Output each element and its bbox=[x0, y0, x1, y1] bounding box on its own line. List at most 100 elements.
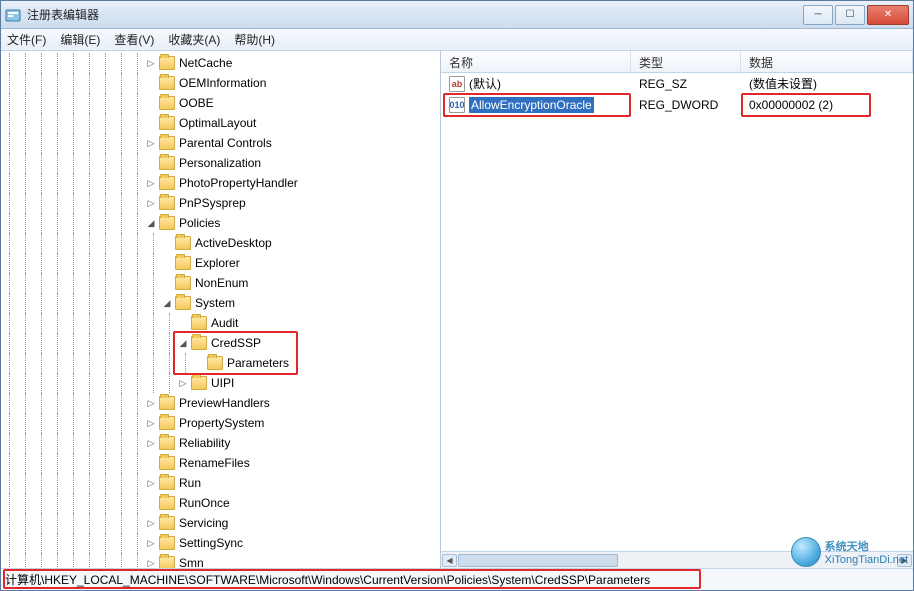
folder-icon bbox=[159, 456, 175, 470]
tree-item-credssp[interactable]: ◢ CredSSP bbox=[1, 333, 440, 353]
folder-icon bbox=[159, 436, 175, 450]
tree-label: OEMInformation bbox=[179, 76, 266, 90]
tree-view[interactable]: ▷ NetCache OEMInformation OOBEOptimalLayout… bbox=[1, 51, 440, 568]
tree-item-reliability[interactable]: ▷Reliability bbox=[1, 433, 440, 453]
globe-icon bbox=[791, 537, 821, 567]
tree-item-netcache[interactable]: ▷ NetCache bbox=[1, 53, 440, 73]
tree-item-optimallayout[interactable]: OptimalLayout bbox=[1, 113, 440, 133]
watermark: 系统天地 XiTongTianDi.net bbox=[791, 537, 908, 567]
content-area: ▷ NetCache OEMInformation OOBEOptimalLayout… bbox=[1, 51, 913, 568]
tree-item-personalization[interactable]: Personalization bbox=[1, 153, 440, 173]
list-row[interactable]: 010AllowEncryptionOracleREG_DWORD0x00000… bbox=[441, 94, 913, 115]
expand-icon[interactable]: ▷ bbox=[145, 437, 157, 449]
expand-icon[interactable]: ▷ bbox=[177, 377, 189, 389]
tree-label: ActiveDesktop bbox=[195, 236, 272, 250]
tree-item-oobe[interactable]: OOBE bbox=[1, 93, 440, 113]
no-expander bbox=[193, 357, 205, 369]
tree-item-oeminformation[interactable]: OEMInformation bbox=[1, 73, 440, 93]
menu-file[interactable]: 文件(F) bbox=[7, 31, 46, 48]
folder-icon bbox=[175, 276, 191, 290]
menu-edit[interactable]: 编辑(E) bbox=[60, 31, 100, 48]
close-button[interactable]: ✕ bbox=[867, 5, 909, 25]
tree-label: NetCache bbox=[179, 56, 232, 70]
folder-icon bbox=[159, 56, 175, 70]
collapse-icon[interactable]: ◢ bbox=[145, 217, 157, 229]
expand-icon[interactable]: ▷ bbox=[145, 477, 157, 489]
tree-label: Smn bbox=[179, 556, 204, 568]
tree-label: Policies bbox=[179, 216, 220, 230]
menu-view[interactable]: 查看(V) bbox=[114, 31, 154, 48]
value-data: 0x00000002 (2) bbox=[741, 98, 913, 112]
folder-icon bbox=[159, 176, 175, 190]
list-row[interactable]: ab(默认)REG_SZ(数值未设置) bbox=[441, 73, 913, 94]
tree-label: Personalization bbox=[179, 156, 261, 170]
folder-icon bbox=[159, 416, 175, 430]
hscroll-thumb[interactable] bbox=[458, 554, 618, 567]
tree-item-settingsync[interactable]: ▷ SettingSync bbox=[1, 533, 440, 553]
tree-item-parental-controls[interactable]: ▷Parental Controls bbox=[1, 133, 440, 153]
tree-item-explorer[interactable]: Explorer bbox=[1, 253, 440, 273]
folder-icon bbox=[159, 216, 175, 230]
no-expander bbox=[145, 117, 157, 129]
expand-icon[interactable]: ▷ bbox=[145, 557, 157, 568]
tree-item-uipi[interactable]: ▷UIPI bbox=[1, 373, 440, 393]
expand-icon[interactable]: ▷ bbox=[145, 177, 157, 189]
folder-icon bbox=[159, 76, 175, 90]
folder-icon bbox=[159, 556, 175, 568]
tree-item-parameters[interactable]: Parameters bbox=[1, 353, 440, 373]
folder-icon bbox=[191, 376, 207, 390]
expand-icon[interactable]: ▷ bbox=[145, 397, 157, 409]
tree-item-system[interactable]: ◢System bbox=[1, 293, 440, 313]
expand-icon[interactable]: ▷ bbox=[145, 537, 157, 549]
tree-item-policies[interactable]: ◢ Policies bbox=[1, 213, 440, 233]
tree-item-pnpsysprep[interactable]: ▷PnPSysprep bbox=[1, 193, 440, 213]
tree-scroll[interactable]: ▷ NetCache OEMInformation OOBEOptimalLayout… bbox=[1, 51, 440, 568]
menubar: 文件(F) 编辑(E) 查看(V) 收藏夹(A) 帮助(H) bbox=[1, 29, 913, 51]
folder-icon bbox=[159, 116, 175, 130]
tree-item-photopropertyhandler[interactable]: ▷PhotoPropertyHandler bbox=[1, 173, 440, 193]
tree-item-runonce[interactable]: RunOnce bbox=[1, 493, 440, 513]
titlebar[interactable]: 注册表编辑器 ─ ☐ ✕ bbox=[1, 1, 913, 29]
tree-label: Run bbox=[179, 476, 201, 490]
expand-icon[interactable]: ▷ bbox=[145, 137, 157, 149]
expand-icon[interactable]: ▷ bbox=[145, 57, 157, 69]
value-name: (默认) bbox=[469, 75, 501, 92]
tree-item-activedesktop[interactable]: ActiveDesktop bbox=[1, 233, 440, 253]
menu-help[interactable]: 帮助(H) bbox=[234, 31, 275, 48]
tree-item-smn[interactable]: ▷ Smn bbox=[1, 553, 440, 568]
tree-item-nonenum[interactable]: NonEnum bbox=[1, 273, 440, 293]
watermark-text: 系统天地 XiTongTianDi.net bbox=[825, 538, 908, 566]
folder-icon bbox=[159, 136, 175, 150]
folder-icon bbox=[175, 256, 191, 270]
col-type-header[interactable]: 类型 bbox=[631, 51, 741, 72]
tree-item-propertysystem[interactable]: ▷PropertySystem bbox=[1, 413, 440, 433]
tree-item-servicing[interactable]: ▷Servicing bbox=[1, 513, 440, 533]
tree-item-renamefiles[interactable]: RenameFiles bbox=[1, 453, 440, 473]
no-expander bbox=[161, 257, 173, 269]
dword-value-icon: 010 bbox=[449, 97, 465, 113]
collapse-icon[interactable]: ◢ bbox=[177, 337, 189, 349]
folder-icon bbox=[191, 336, 207, 350]
hscroll-left-arrow[interactable]: ◀ bbox=[442, 554, 457, 567]
tree-item-audit[interactable]: Audit bbox=[1, 313, 440, 333]
maximize-button[interactable]: ☐ bbox=[835, 5, 865, 25]
tree-label: CredSSP bbox=[211, 336, 261, 350]
expand-icon[interactable]: ▷ bbox=[145, 517, 157, 529]
folder-icon bbox=[159, 496, 175, 510]
no-expander bbox=[145, 497, 157, 509]
collapse-icon[interactable]: ◢ bbox=[161, 297, 173, 309]
expand-icon[interactable]: ▷ bbox=[145, 417, 157, 429]
tree-label: SettingSync bbox=[179, 536, 243, 550]
menu-favorites[interactable]: 收藏夹(A) bbox=[168, 31, 220, 48]
list-body[interactable]: ab(默认)REG_SZ(数值未设置)010AllowEncryptionOra… bbox=[441, 73, 913, 551]
expand-icon[interactable]: ▷ bbox=[145, 197, 157, 209]
list-header[interactable]: 名称 类型 数据 bbox=[441, 51, 913, 73]
col-data-header[interactable]: 数据 bbox=[741, 51, 913, 72]
no-expander bbox=[161, 277, 173, 289]
folder-icon bbox=[159, 196, 175, 210]
tree-item-previewhandlers[interactable]: ▷PreviewHandlers bbox=[1, 393, 440, 413]
no-expander bbox=[145, 457, 157, 469]
col-name-header[interactable]: 名称 bbox=[441, 51, 631, 72]
tree-item-run[interactable]: ▷ Run bbox=[1, 473, 440, 493]
minimize-button[interactable]: ─ bbox=[803, 5, 833, 25]
